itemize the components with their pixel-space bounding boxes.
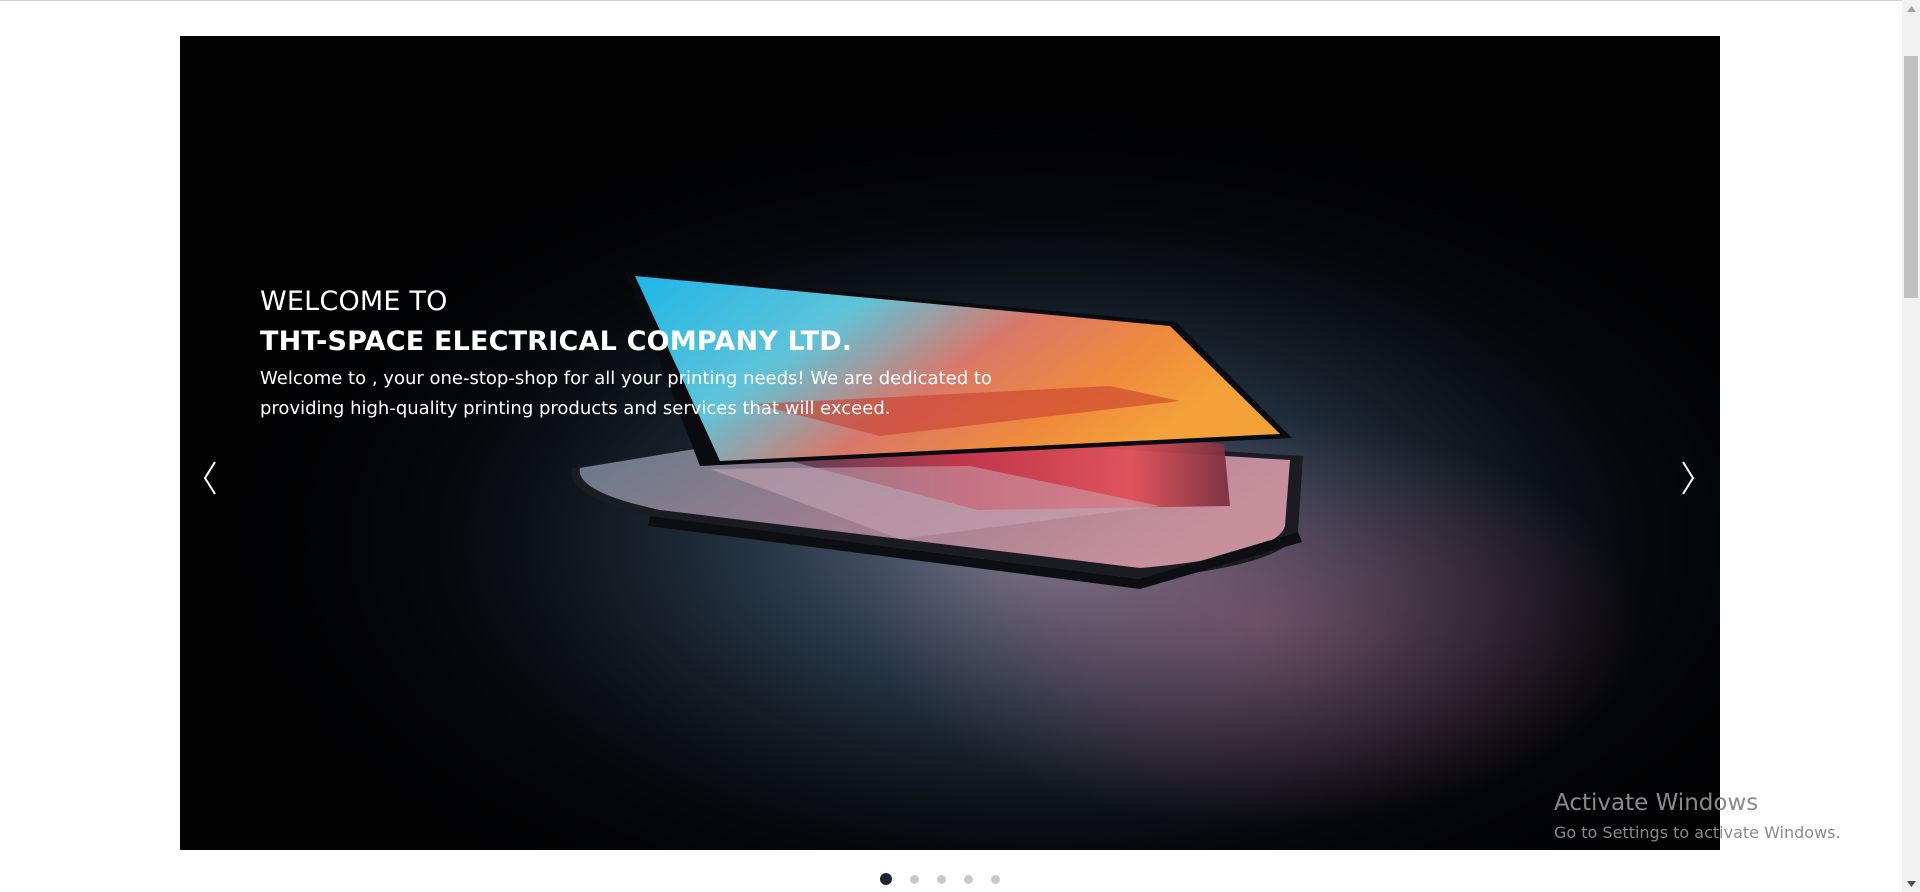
slider-next-button[interactable] bbox=[1668, 448, 1708, 508]
slide-dot-1[interactable] bbox=[880, 873, 892, 885]
slide-description: Welcome to , your one-stop-shop for all … bbox=[260, 368, 992, 419]
slide-dot-3[interactable] bbox=[937, 874, 946, 884]
slide-heading-welcome: WELCOME TO bbox=[260, 286, 448, 317]
scroll-down-button[interactable] bbox=[1902, 875, 1920, 892]
chevron-left-icon bbox=[203, 461, 216, 495]
page: WELCOME TO THT-SPACE ELECTRICAL COMPANY … bbox=[0, 0, 1902, 892]
activate-windows-watermark: Activate Windows Go to Settings to activ… bbox=[1554, 788, 1841, 846]
slide-caption: WELCOME TO THT-SPACE ELECTRICAL COMPANY … bbox=[260, 282, 1020, 424]
scrollbar-thumb[interactable] bbox=[1904, 56, 1918, 298]
slide-dot-2[interactable] bbox=[910, 874, 919, 884]
laptop-image bbox=[180, 36, 1720, 850]
watermark-subtitle: Go to Settings to activate Windows. bbox=[1554, 823, 1841, 842]
scroll-down-arrow-icon bbox=[1906, 880, 1916, 887]
top-border bbox=[0, 0, 1902, 1]
slide-heading-company: THT-SPACE ELECTRICAL COMPANY LTD. bbox=[260, 326, 853, 357]
slider-pagination bbox=[880, 872, 1000, 886]
slider-prev-button[interactable] bbox=[190, 448, 230, 508]
slide-dot-4[interactable] bbox=[964, 874, 973, 884]
scroll-up-button[interactable] bbox=[1902, 0, 1920, 17]
chevron-right-icon bbox=[1682, 461, 1695, 495]
slide-dot-5[interactable] bbox=[991, 874, 1000, 884]
hero-slider: WELCOME TO THT-SPACE ELECTRICAL COMPANY … bbox=[180, 36, 1720, 850]
watermark-title: Activate Windows bbox=[1554, 790, 1759, 816]
scroll-up-arrow-icon bbox=[1906, 5, 1916, 12]
vertical-scrollbar[interactable] bbox=[1902, 0, 1920, 892]
